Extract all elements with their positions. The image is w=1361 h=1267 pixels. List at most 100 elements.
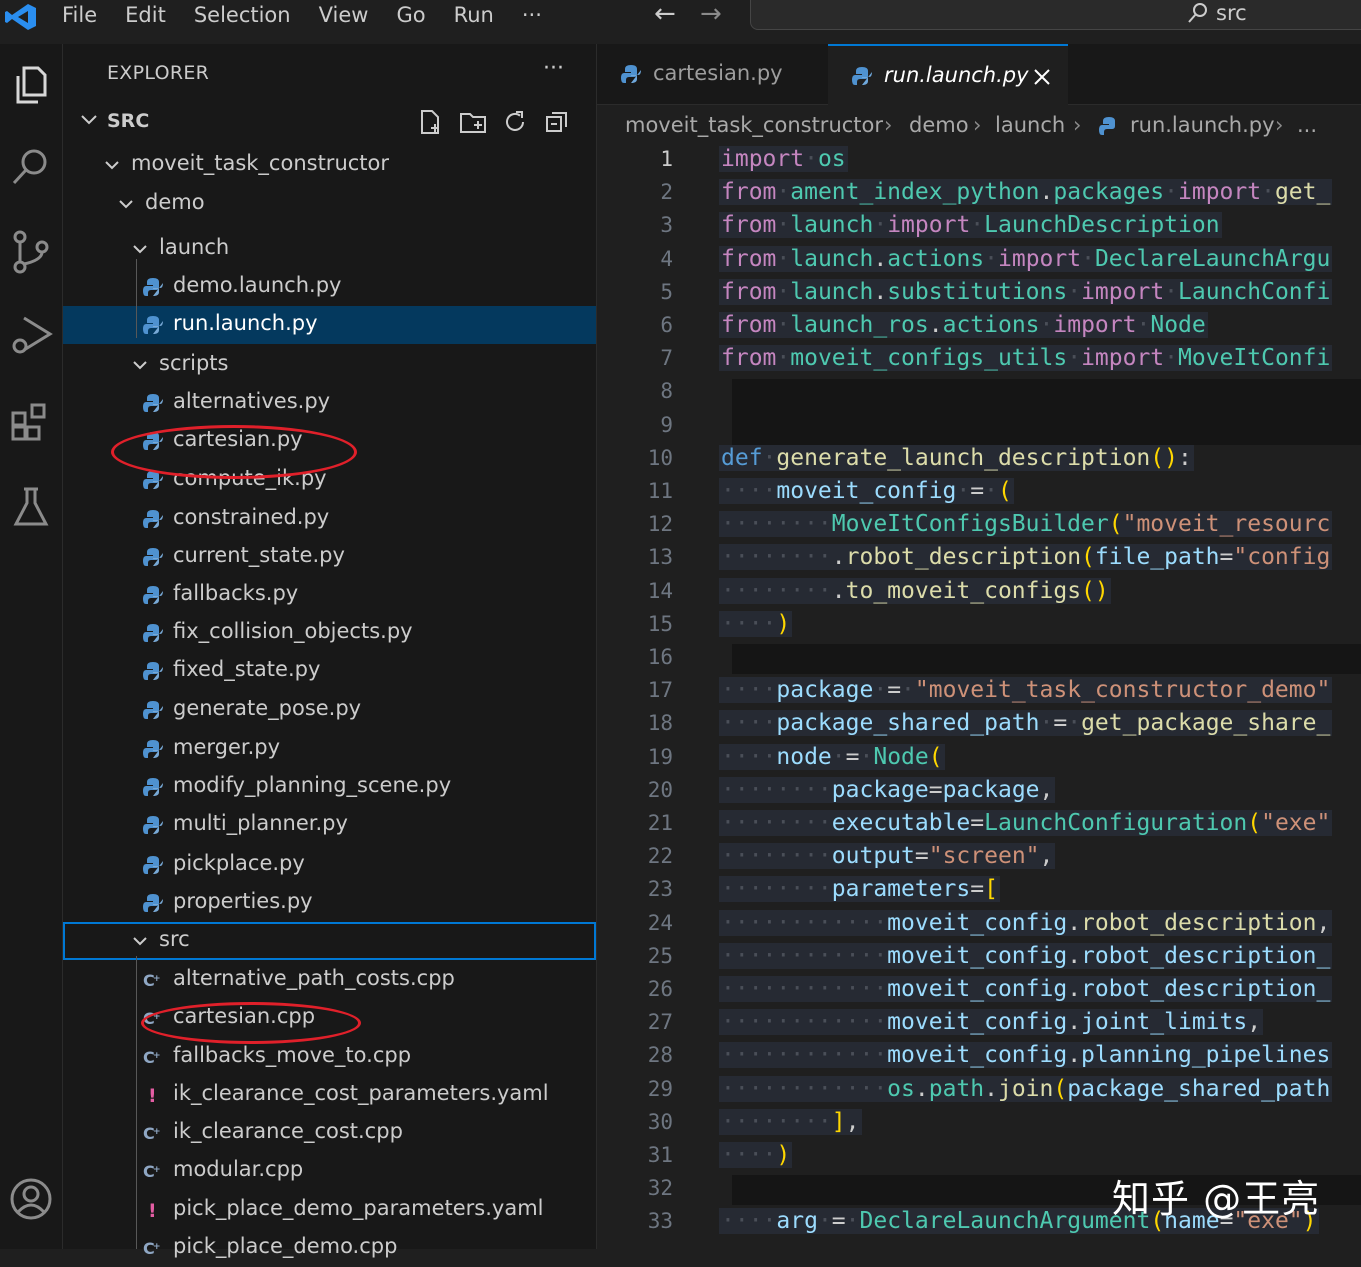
breadcrumb-item[interactable]: run.launch.py — [1130, 113, 1275, 137]
tree-file[interactable]: fix_collision_objects.py — [63, 614, 596, 652]
tree-file[interactable]: run.launch.py — [63, 306, 596, 344]
code-line[interactable]: ········.robot_description(file_path="co… — [719, 544, 1333, 571]
tree-folder[interactable]: src — [63, 922, 596, 960]
new-file-icon[interactable] — [417, 108, 445, 136]
tree-item-label: launch — [159, 235, 230, 259]
menu-view[interactable]: View — [305, 0, 383, 30]
menu-run[interactable]: Run — [440, 0, 508, 30]
tree-folder[interactable]: demo — [63, 185, 596, 223]
code-line[interactable] — [732, 379, 1361, 446]
menu-go[interactable]: Go — [382, 0, 439, 30]
tree-file[interactable]: pickplace.py — [63, 846, 596, 884]
code-line[interactable]: ········output="screen", — [719, 843, 1056, 870]
tree-folder[interactable]: scripts — [63, 346, 596, 384]
code-line[interactable]: ····package_shared_path·=·get_package_sh… — [719, 710, 1333, 737]
tab-run-launch-py[interactable]: run.launch.py — [828, 44, 1068, 106]
breadcrumb-item[interactable]: ... — [1297, 113, 1317, 137]
tree-file[interactable]: demo.launch.py — [63, 268, 596, 306]
testing-icon[interactable] — [8, 484, 54, 530]
breadcrumb-item[interactable]: demo — [909, 113, 969, 137]
tree-item-label: demo — [145, 190, 205, 214]
src-section-header[interactable]: SRC — [63, 102, 596, 140]
tree-file[interactable]: C + ik_clearance_cost.cpp — [63, 1114, 596, 1152]
tree-file[interactable]: properties.py — [63, 884, 596, 922]
svg-text:+: + — [153, 1165, 161, 1175]
tree-file[interactable]: ! pick_place_demo_parameters.yaml — [63, 1191, 596, 1229]
explorer-icon[interactable] — [8, 62, 54, 108]
menu-edit[interactable]: Edit — [111, 0, 180, 30]
tree-file[interactable]: constrained.py — [63, 500, 596, 538]
code-line[interactable]: ············moveit_config.joint_limits, — [719, 1009, 1264, 1036]
tree-file[interactable]: alternatives.py — [63, 384, 596, 422]
run-debug-icon[interactable] — [8, 312, 54, 358]
cpp-file-icon: C+ — [143, 1124, 161, 1143]
code-line[interactable]: ····) — [719, 610, 793, 637]
forward-arrow-icon[interactable]: → — [700, 0, 722, 28]
line-number: 18 — [647, 711, 673, 736]
code-line[interactable]: ············moveit_config.robot_descript… — [719, 942, 1333, 969]
tree-file[interactable]: C + pick_place_demo.cpp — [63, 1229, 596, 1267]
code-editor[interactable]: 1 import·os 2 from·ament_index_python.packa… — [597, 145, 1361, 1249]
python-file-icon — [143, 316, 163, 334]
command-center[interactable]: src — [750, 0, 1361, 30]
line-number: 21 — [647, 811, 673, 835]
code-line[interactable]: import·os — [719, 146, 848, 172]
tree-file[interactable]: generate_pose.py — [63, 691, 596, 729]
tree-file[interactable]: C + alternative_path_costs.cpp — [63, 961, 596, 999]
back-arrow-icon[interactable]: ← — [654, 0, 676, 28]
code-line[interactable]: from·launch·import·LaunchDescription — [719, 212, 1222, 239]
code-line[interactable]: ····moveit_config·=·( — [719, 478, 1014, 504]
tree-item-label: src — [159, 927, 190, 951]
code-line[interactable]: ········MoveItConfigsBuilder("moveit_res… — [719, 511, 1333, 538]
code-line[interactable]: ············moveit_config.planning_pipel… — [719, 1042, 1333, 1069]
code-line[interactable]: ········package=package, — [719, 776, 1056, 803]
menu-file[interactable]: File — [48, 0, 111, 30]
tree-file[interactable]: fixed_state.py — [63, 652, 596, 690]
source-control-icon[interactable] — [8, 229, 54, 275]
code-line[interactable]: ············moveit_config.robot_descript… — [719, 909, 1333, 936]
code-line[interactable]: from·launch.actions·import·DeclareLaunch… — [719, 245, 1333, 272]
code-line[interactable]: ············moveit_config.robot_descript… — [719, 976, 1333, 1002]
tree-file[interactable]: current_state.py — [63, 538, 596, 576]
line-number: 4 — [660, 246, 673, 271]
refresh-icon[interactable] — [501, 108, 529, 136]
tree-file[interactable]: merger.py — [63, 730, 596, 768]
tree-file[interactable]: fallbacks.py — [63, 576, 596, 614]
breadcrumb-item[interactable]: launch — [995, 113, 1065, 137]
tab-cartesian-py[interactable]: cartesian.py — [597, 44, 827, 104]
explorer-more-button[interactable]: ··· — [543, 56, 564, 81]
code-line[interactable]: ····node·=·Node( — [719, 743, 945, 770]
code-line[interactable]: def·generate_launch_description(): — [719, 444, 1194, 471]
close-icon[interactable] — [1033, 68, 1051, 86]
indent-guide — [136, 259, 137, 338]
tree-file[interactable]: C + modular.cpp — [63, 1152, 596, 1190]
tree-folder[interactable]: moveit_task_constructor — [63, 146, 596, 184]
code-line[interactable]: ····) — [719, 1142, 793, 1168]
new-folder-icon[interactable] — [459, 108, 487, 136]
tree-file[interactable]: modify_planning_scene.py — [63, 768, 596, 806]
code-line[interactable]: ········.to_moveit_configs() — [719, 577, 1111, 604]
search-icon[interactable] — [8, 144, 54, 190]
tree-file[interactable]: C + fallbacks_move_to.cpp — [63, 1038, 596, 1076]
code-line[interactable]: from·launch_ros.actions·import·Node — [719, 312, 1208, 338]
accounts-icon[interactable] — [8, 1176, 54, 1222]
code-line[interactable]: ············os.path.join(package_shared_… — [719, 1075, 1333, 1102]
code-line[interactable]: from·ament_index_python.packages·import·… — [719, 179, 1333, 206]
extensions-icon[interactable] — [8, 399, 54, 445]
tree-file[interactable]: multi_planner.py — [63, 806, 596, 844]
menu-selection[interactable]: Selection — [180, 0, 305, 30]
code-line[interactable]: ········], — [719, 1108, 862, 1135]
tree-file[interactable]: ! ik_clearance_cost_parameters.yaml — [63, 1076, 596, 1114]
code-line[interactable] — [732, 644, 1361, 674]
vscode-logo-icon[interactable] — [4, 2, 38, 32]
code-line[interactable]: ····package·=·"moveit_task_constructor_d… — [719, 677, 1333, 704]
code-line[interactable]: ········executable=LaunchConfiguration("… — [719, 810, 1333, 836]
menu-more[interactable]: ··· — [508, 0, 556, 30]
tree-item-label: multi_planner.py — [173, 811, 348, 835]
breadcrumb-item[interactable]: moveit_task_constructor — [625, 113, 883, 137]
code-line[interactable]: from·launch.substitutions·import·LaunchC… — [719, 278, 1333, 305]
tree-folder[interactable]: launch — [63, 230, 596, 268]
code-line[interactable]: from·moveit_configs_utils·import·MoveItC… — [719, 345, 1333, 372]
collapse-all-icon[interactable] — [543, 108, 571, 136]
code-line[interactable]: ········parameters=[ — [719, 876, 1000, 903]
